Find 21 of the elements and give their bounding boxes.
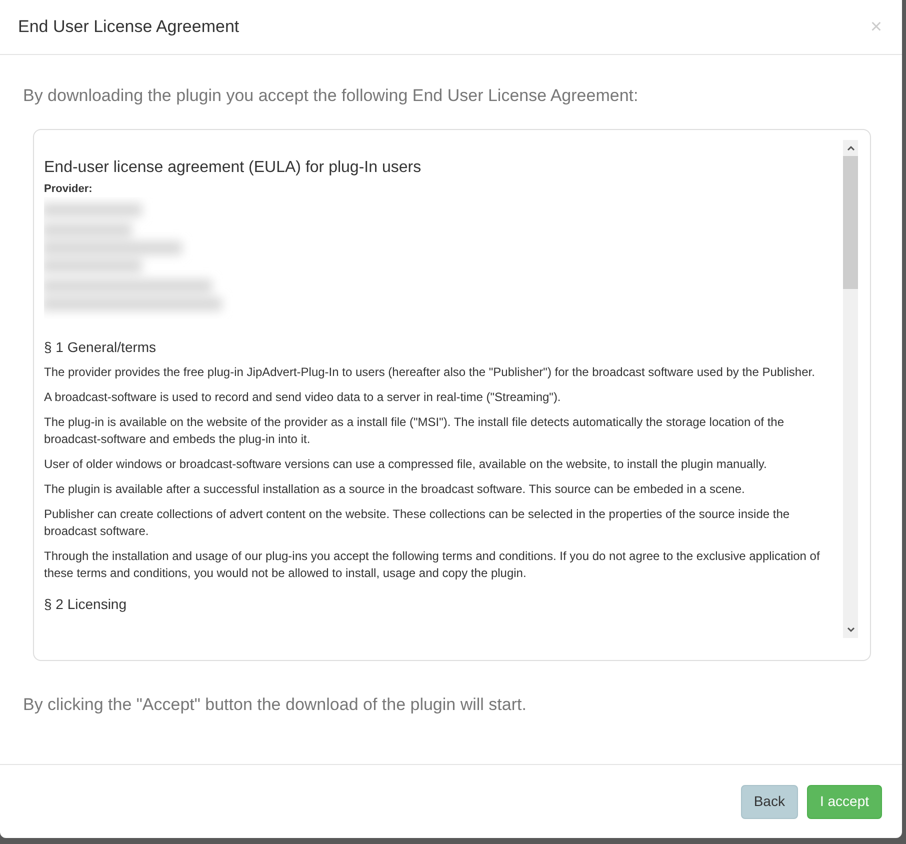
eula-heading: End-user license agreement (EULA) for plug-In users: [44, 158, 422, 178]
scroll-down-icon[interactable]: [846, 626, 854, 632]
accept-button[interactable]: I accept: [806, 784, 882, 818]
close-button[interactable]: ×: [870, 17, 882, 37]
scrollbar-thumb[interactable]: [843, 156, 858, 288]
paragraph: The plug-in is available on the website of the provider as a install file ("MSI"). The install file detects automatically the storage location of the broadcast-software and embeds the plug-in into it.: [44, 414, 786, 448]
download-note: By clicking the "Accept" button the download of the plugin will start.: [23, 694, 528, 716]
paragraph: A broadcast-software is used to record and send video data to a server in real-time ("Streaming").: [44, 389, 562, 406]
paragraph: Publisher can create collections of advert content on the website. These collections can be selected in the properties of the source inside the broadcast software.: [44, 506, 791, 540]
paragraph: The plugin is available after a successful installation as a source in the broadcast software. This source can be embeded in a scene.: [44, 481, 746, 498]
paragraph: The provider provides the free plug-in JipAdvert-Plug-In to users (hereafter also the "Publisher") for the broadcast software used by the Publisher.: [44, 364, 816, 381]
scroll-up-icon[interactable]: [846, 144, 854, 150]
provider-label: Provider:: [44, 182, 94, 196]
scrollbar[interactable]: [843, 140, 858, 638]
intro-text: By downloading the plugin you accept the following End User License Agreement:: [23, 85, 640, 107]
paragraph: Through the installation and usage of our plug-ins you accept the following terms and conditions. If you do not agree to the exclusive application of these terms and conditions, you would not be allowed to install, usage and copy the plugin.: [44, 548, 821, 582]
dialog-title: End User License Agreement: [18, 16, 240, 38]
section-heading: § 2 Licensing: [44, 595, 128, 614]
section-heading: § 1 General/terms: [44, 338, 158, 357]
back-button[interactable]: Back: [740, 784, 798, 818]
paragraph: User of older windows or broadcast-software versions can use a compressed file, available on the website, to install the plugin manually.: [44, 456, 768, 473]
